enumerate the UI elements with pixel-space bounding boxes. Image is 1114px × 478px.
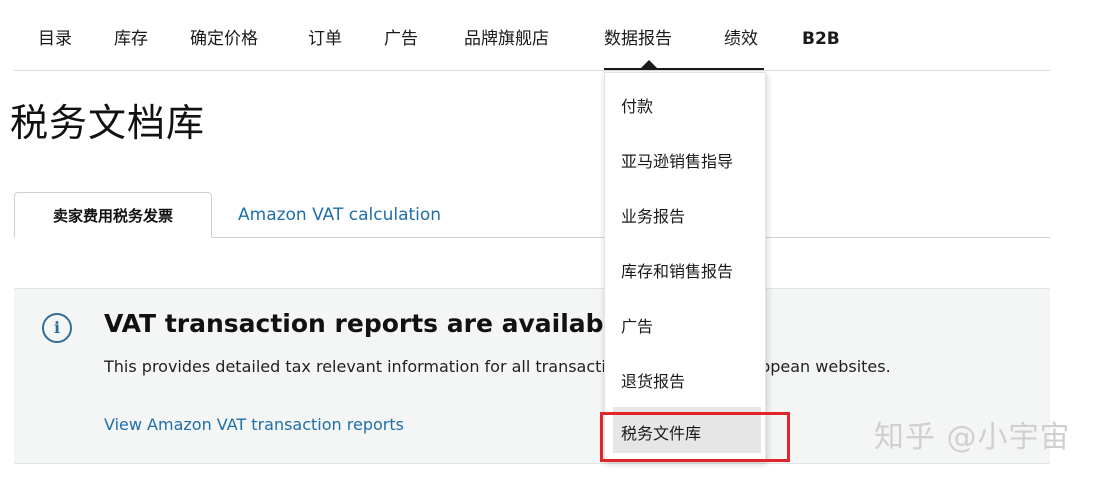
nav-item-brand-store[interactable]: 品牌旗舰店 [464, 26, 549, 52]
top-nav: 目录 库存 确定价格 订单 广告 品牌旗舰店 数据报告 绩效 B2B [0, 0, 1114, 72]
tab-amazon-vat-calculation[interactable]: Amazon VAT calculation [238, 192, 441, 238]
highlight-annotation-box [600, 412, 790, 462]
reports-dropdown-menu: 付款 亚马逊销售指导 业务报告 库存和销售报告 广告 退货报告 税务文件库 [604, 72, 766, 462]
dropdown-item-returns-reports[interactable]: 退货报告 [621, 368, 685, 392]
page-title: 税务文档库 [10, 101, 206, 145]
dropdown-item-sales-guide[interactable]: 亚马逊销售指导 [621, 148, 733, 172]
dropdown-item-inventory-sales-reports[interactable]: 库存和销售报告 [621, 258, 733, 282]
nav-item-reports[interactable]: 数据报告 [604, 26, 672, 52]
info-icon: i [42, 313, 72, 343]
nav-item-orders[interactable]: 订单 [308, 26, 342, 52]
caret-up-icon [640, 60, 658, 69]
dropdown-item-business-reports[interactable]: 业务报告 [621, 203, 685, 227]
nav-item-inventory[interactable]: 库存 [114, 26, 148, 52]
nav-item-pricing[interactable]: 确定价格 [190, 26, 258, 52]
panel-description: This provides detailed tax relevant info… [104, 357, 891, 376]
tab-seller-fee-invoices[interactable]: 卖家费用税务发票 [14, 192, 212, 238]
dropdown-item-advertising[interactable]: 广告 [621, 313, 653, 337]
nav-divider [14, 70, 1050, 71]
nav-item-performance[interactable]: 绩效 [724, 26, 758, 52]
panel-heading: VAT transaction reports are available [104, 309, 630, 338]
watermark: 知乎 @小宇宙 [874, 420, 1071, 455]
nav-item-catalog[interactable]: 目录 [38, 26, 72, 52]
nav-item-b2b[interactable]: B2B [802, 26, 840, 52]
nav-item-advertising[interactable]: 广告 [384, 26, 418, 52]
dropdown-item-payments[interactable]: 付款 [621, 93, 653, 117]
vat-reports-link[interactable]: View Amazon VAT transaction reports [104, 415, 404, 434]
